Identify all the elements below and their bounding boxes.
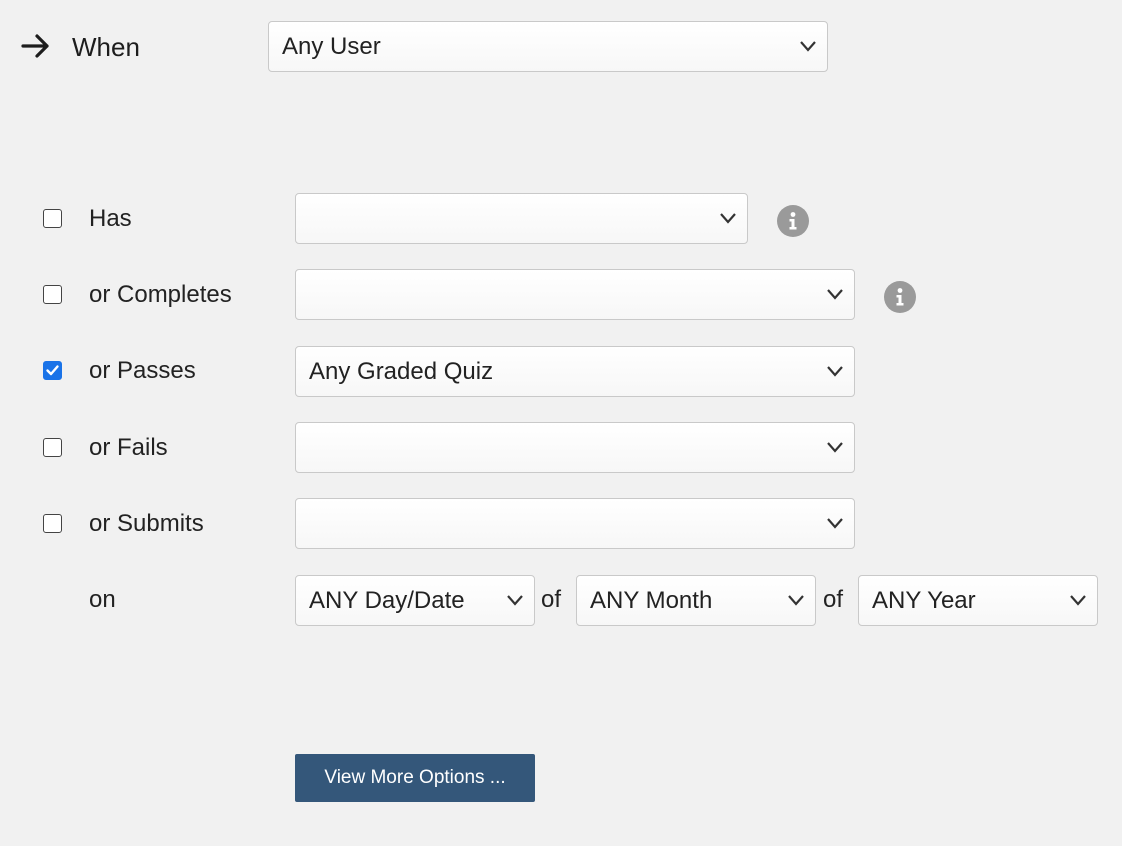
chevron-down-icon: [827, 518, 843, 529]
chevron-down-icon: [1070, 595, 1086, 606]
view-more-options-button[interactable]: View More Options ...: [295, 754, 535, 802]
month-select[interactable]: ANY Month: [576, 575, 816, 626]
month-select-value: ANY Month: [590, 587, 713, 614]
year-select[interactable]: ANY Year: [858, 575, 1098, 626]
of-label: of: [541, 586, 562, 613]
submits-checkbox[interactable]: [43, 514, 62, 533]
info-icon[interactable]: [884, 281, 916, 313]
day-select-value: ANY Day/Date: [309, 587, 465, 614]
has-label: Has: [89, 205, 132, 232]
chevron-down-icon: [800, 41, 816, 52]
chevron-down-icon: [827, 289, 843, 300]
arrow-right-icon: [21, 34, 49, 58]
passes-select-value: Any Graded Quiz: [309, 358, 494, 385]
submits-select[interactable]: [295, 498, 855, 549]
passes-checkbox[interactable]: [43, 361, 62, 380]
checkmark-icon: [46, 365, 59, 376]
chevron-down-icon: [507, 595, 523, 606]
chevron-down-icon: [827, 442, 843, 453]
completes-label: or Completes: [89, 281, 232, 308]
passes-label: or Passes: [89, 357, 196, 384]
submits-label: or Submits: [89, 510, 204, 537]
day-select[interactable]: ANY Day/Date: [295, 575, 535, 626]
passes-select[interactable]: Any Graded Quiz: [295, 346, 855, 397]
fails-select[interactable]: [295, 422, 855, 473]
has-select[interactable]: [295, 193, 748, 244]
user-select-value: Any User: [282, 33, 381, 60]
chevron-down-icon: [827, 366, 843, 377]
completes-select[interactable]: [295, 269, 855, 320]
year-select-value: ANY Year: [872, 587, 976, 614]
has-checkbox[interactable]: [43, 209, 62, 228]
of-label: of: [823, 586, 844, 613]
info-icon[interactable]: [777, 205, 809, 237]
user-select[interactable]: Any User: [268, 21, 828, 72]
fails-checkbox[interactable]: [43, 438, 62, 457]
when-label: When: [72, 32, 140, 62]
fails-label: or Fails: [89, 434, 168, 461]
on-label: on: [89, 586, 116, 613]
chevron-down-icon: [720, 213, 736, 224]
completes-checkbox[interactable]: [43, 285, 62, 304]
chevron-down-icon: [788, 595, 804, 606]
